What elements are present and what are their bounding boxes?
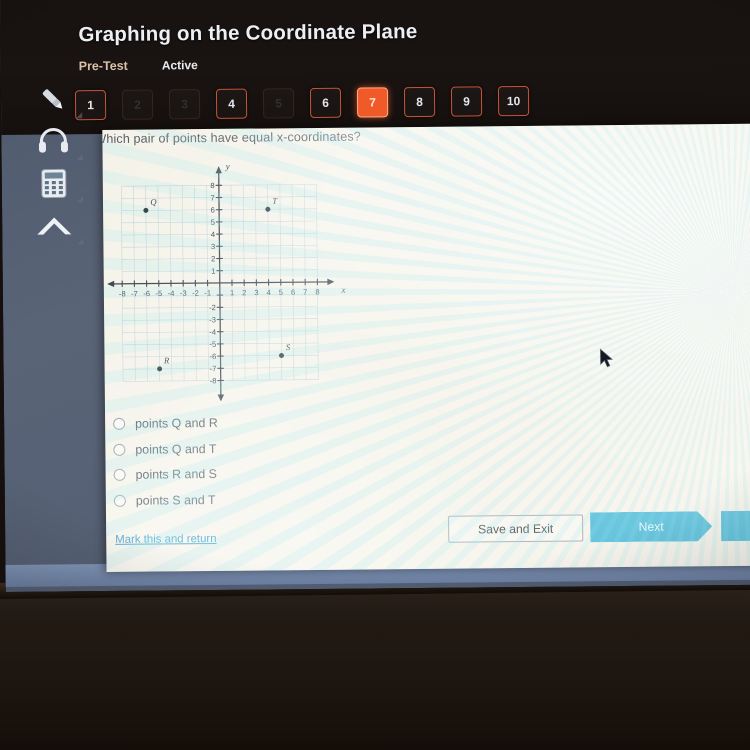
svg-text:-5: -5	[155, 289, 162, 298]
svg-text:1: 1	[230, 288, 234, 297]
status-badge: Active	[161, 58, 198, 73]
test-status-row: Pre-Test Active	[79, 58, 198, 73]
question-nav-label: 1	[87, 98, 94, 113]
question-nav-item-10[interactable]: 10	[497, 85, 530, 117]
svg-text:-5: -5	[209, 340, 216, 349]
svg-text:2: 2	[211, 254, 215, 263]
svg-text:-6: -6	[143, 289, 150, 298]
svg-text:-1: -1	[204, 288, 211, 297]
answer-option-label: points Q and T	[135, 441, 217, 457]
question-nav-item-8[interactable]: 8	[403, 86, 436, 118]
svg-text:6: 6	[211, 206, 215, 215]
radio-button[interactable]	[113, 468, 126, 481]
tool-corner-marker	[76, 196, 84, 203]
axes	[107, 166, 335, 402]
next-button-partial[interactable]: S	[720, 510, 750, 542]
svg-text:2: 2	[242, 288, 246, 297]
calculator-icon[interactable]	[24, 162, 84, 205]
save-and-exit-button[interactable]: Save and Exit	[448, 514, 584, 543]
question-nav-label: 9	[463, 94, 470, 109]
answer-option-a[interactable]: points Q and R	[113, 416, 218, 431]
question-nav-label: 6	[322, 95, 329, 110]
tool-corner-marker	[77, 238, 84, 245]
svg-text:-2: -2	[192, 289, 199, 298]
svg-text:-4: -4	[168, 289, 175, 298]
app-header: Graphing on the Coordinate Plane Pre-Tes…	[0, 0, 750, 135]
question-nav-item-2: 2	[121, 89, 154, 120]
svg-text:-8: -8	[119, 289, 126, 298]
question-nav-label: 10	[506, 94, 521, 109]
svg-text:-8: -8	[210, 376, 217, 385]
svg-text:1: 1	[211, 267, 215, 276]
question-nav-item-3: 3	[168, 89, 201, 120]
question-nav-label: 3	[181, 97, 188, 112]
mark-this-and-return-link[interactable]: Mark this and return	[115, 533, 216, 546]
svg-text:-6: -6	[209, 352, 216, 361]
page-title: Graphing on the Coordinate Plane	[78, 19, 418, 47]
mouse-cursor	[599, 348, 615, 375]
question-nav-label: 4	[228, 96, 235, 111]
svg-text:-3: -3	[180, 289, 187, 298]
question-nav-label: 8	[416, 94, 423, 110]
question-nav-item-6[interactable]: 6	[309, 87, 342, 119]
svg-text:-4: -4	[209, 328, 216, 337]
svg-text:8: 8	[315, 287, 319, 296]
y-axis-label: y	[225, 161, 230, 171]
answer-option-label: points S and T	[135, 492, 216, 508]
svg-text:-2: -2	[209, 303, 216, 312]
radio-button[interactable]	[113, 417, 126, 430]
laptop-photo: hp Graphing on the Coordinate Plane Pre-…	[0, 0, 750, 750]
tool-rail[interactable]	[23, 78, 85, 247]
answer-options[interactable]: points Q and R points Q and T points R and…	[113, 416, 219, 508]
question-nav-item-7[interactable]: 7	[356, 87, 389, 118]
svg-text:-3: -3	[209, 315, 216, 324]
question-nav-label: 2	[134, 97, 141, 112]
svg-text:7: 7	[303, 288, 307, 297]
svg-text:-7: -7	[131, 289, 138, 298]
svg-text:4: 4	[267, 288, 271, 297]
tool-corner-marker	[76, 112, 83, 119]
svg-text:Q: Q	[150, 197, 157, 207]
headphones-icon[interactable]	[23, 120, 83, 163]
svg-text:3: 3	[254, 288, 258, 297]
radio-button[interactable]	[113, 494, 126, 507]
question-panel: Which pair of points have equal x-coordi…	[102, 123, 750, 573]
question-nav-label: 7	[369, 95, 376, 110]
laptop-screen: Graphing on the Coordinate Plane Pre-Tes…	[0, 0, 750, 592]
svg-text:8: 8	[210, 181, 214, 190]
question-number-nav[interactable]: 1 2 3 4 5 6 7 8 9 10	[74, 85, 530, 121]
svg-text:4: 4	[211, 230, 215, 239]
svg-text:6: 6	[291, 288, 295, 297]
svg-text:3: 3	[211, 242, 215, 251]
svg-text:R: R	[163, 355, 170, 365]
arrow-up-icon[interactable]	[24, 204, 84, 247]
test-type-label: Pre-Test	[78, 58, 128, 74]
answer-option-label: points Q and R	[135, 415, 218, 431]
answer-option-label: points R and S	[135, 466, 217, 482]
answer-option-d[interactable]: points S and T	[113, 492, 219, 508]
svg-text:5: 5	[279, 288, 283, 297]
svg-text:-7: -7	[210, 364, 217, 373]
question-nav-item-5: 5	[262, 88, 295, 119]
answer-option-c[interactable]: points R and S	[113, 466, 219, 482]
highlighter-icon[interactable]	[23, 78, 83, 121]
coordinate-plane-graph: -8 -7 -6 -5 -4 -3 -2 -1 1 2 3 4 5 6 7 8 -8 -7 -6 -5 -4 -3 -2 1 2…	[106, 160, 358, 402]
laptop-deck: hp	[0, 590, 750, 750]
graph-svg: -8 -7 -6 -5 -4 -3 -2 -1 1 2 3 4 5 6 7 8-8-7-6-5-4-3-212…	[107, 161, 346, 402]
answer-option-b[interactable]: points Q and T	[113, 441, 218, 456]
svg-text:5: 5	[211, 218, 215, 227]
tool-corner-marker	[76, 154, 83, 161]
next-button[interactable]: Next	[590, 511, 712, 542]
question-nav-item-9[interactable]: 9	[450, 86, 483, 117]
x-axis-label: x	[340, 285, 345, 295]
question-text: Which pair of points have equal x-coordi…	[102, 129, 361, 147]
question-nav-item-4[interactable]: 4	[215, 88, 248, 119]
question-nav-label: 5	[275, 96, 282, 111]
svg-text:7: 7	[210, 193, 214, 202]
svg-text:S: S	[286, 342, 291, 352]
radio-button[interactable]	[113, 443, 126, 456]
